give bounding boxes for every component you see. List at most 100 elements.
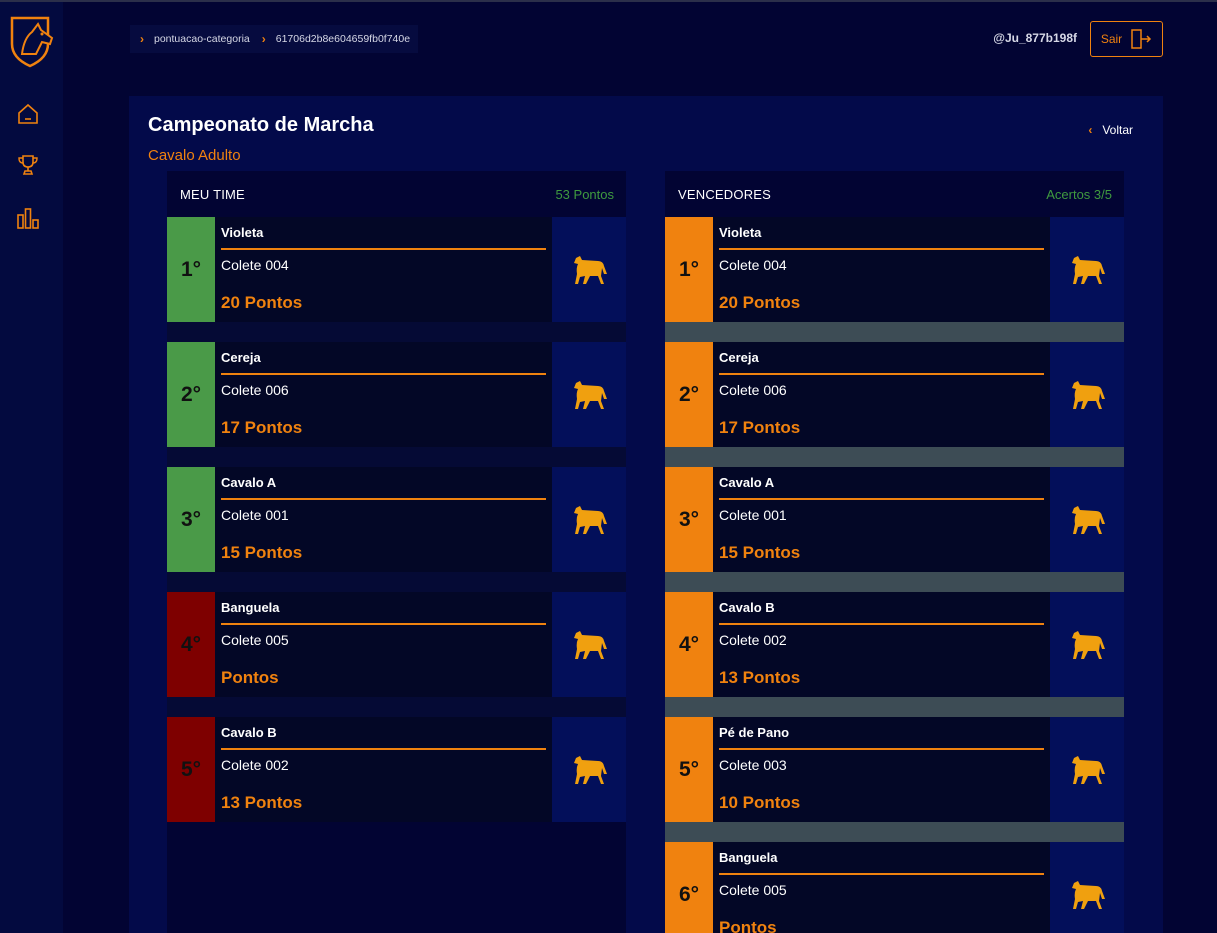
- horse-points: 17 Pontos: [719, 418, 801, 437]
- horse-colete: Colete 002: [221, 757, 289, 773]
- row-separator: [665, 822, 1124, 842]
- horse-colete: Colete 003: [719, 757, 787, 773]
- divider: [719, 248, 1044, 250]
- row-separator: [665, 697, 1124, 717]
- horse-info: Cavalo A Colete 001 15 Pontos: [713, 467, 1050, 572]
- divider: [221, 623, 546, 625]
- horse-points: 17 Pontos: [221, 418, 303, 437]
- divider: [719, 373, 1044, 375]
- ranking-row[interactable]: 3° Cavalo A Colete 001 15 Pontos: [665, 467, 1124, 572]
- back-button[interactable]: ‹ Voltar: [1088, 123, 1133, 137]
- row-separator: [167, 572, 626, 592]
- my-team-score: 53 Pontos: [555, 186, 614, 202]
- horse-info: Cavalo B Colete 002 13 Pontos: [713, 592, 1050, 697]
- logout-label: Sair: [1100, 32, 1123, 46]
- ranking-row[interactable]: 4° Cavalo B Colete 002 13 Pontos: [665, 592, 1124, 697]
- sidebar: [0, 2, 63, 933]
- horse-colete: Colete 004: [719, 257, 787, 273]
- ranking-row[interactable]: 1° Violeta Colete 004 20 Pontos: [167, 217, 626, 322]
- breadcrumb: › pontuacao-categoria › 61706d2b8e604659…: [130, 25, 418, 53]
- rank-badge: 1°: [665, 217, 713, 322]
- horse-points: 13 Pontos: [221, 793, 303, 812]
- horse-name: Cavalo B: [719, 600, 775, 615]
- page-title: Campeonato de Marcha: [148, 114, 374, 136]
- ranking-row[interactable]: 3° Cavalo A Colete 001 15 Pontos: [167, 467, 626, 572]
- my-team-label: MEU TIME: [180, 186, 245, 202]
- horse-info: Cereja Colete 006 17 Pontos: [713, 342, 1050, 447]
- horse-info: Pé de Pano Colete 003 10 Pontos: [713, 717, 1050, 822]
- rank-badge: 4°: [665, 592, 713, 697]
- horse-icon: [552, 467, 626, 572]
- ranking-row[interactable]: 5° Pé de Pano Colete 003 10 Pontos: [665, 717, 1124, 822]
- horse-name: Cereja: [719, 350, 759, 365]
- rank-badge: 3°: [665, 467, 713, 572]
- horse-icon: [552, 217, 626, 322]
- divider: [719, 498, 1044, 500]
- horse-colete: Colete 001: [221, 507, 289, 523]
- ranking-row[interactable]: 2° Cereja Colete 006 17 Pontos: [167, 342, 626, 447]
- rank-badge: 5°: [665, 717, 713, 822]
- rank-badge: 2°: [665, 342, 713, 447]
- horse-name: Violeta: [221, 225, 264, 240]
- horse-name: Cavalo A: [719, 475, 775, 490]
- horse-icon: [552, 592, 626, 697]
- horse-icon: [552, 717, 626, 822]
- row-separator: [665, 322, 1124, 342]
- horse-colete: Colete 002: [719, 632, 787, 648]
- horse-icon: [1050, 217, 1124, 322]
- horse-colete: Colete 005: [221, 632, 289, 648]
- horse-name: Violeta: [719, 225, 762, 240]
- horse-colete: Colete 004: [221, 257, 289, 273]
- back-label: Voltar: [1102, 123, 1133, 137]
- breadcrumb-item[interactable]: 61706d2b8e604659fb0f740e: [276, 33, 410, 45]
- horse-points: Pontos: [719, 918, 777, 933]
- horse-colete: Colete 006: [221, 382, 289, 398]
- page-subtitle: Cavalo Adulto: [148, 147, 241, 164]
- horse-points: 20 Pontos: [719, 293, 801, 312]
- ranking-row[interactable]: 5° Cavalo B Colete 002 13 Pontos: [167, 717, 626, 822]
- logo-icon[interactable]: [8, 14, 56, 68]
- horse-name: Banguela: [221, 600, 280, 615]
- divider: [221, 498, 546, 500]
- horse-points: 13 Pontos: [719, 668, 801, 687]
- horse-name: Cereja: [221, 350, 261, 365]
- horse-info: Banguela Colete 005 Pontos: [215, 592, 552, 697]
- home-icon[interactable]: [16, 102, 40, 126]
- horse-info: Cereja Colete 006 17 Pontos: [215, 342, 552, 447]
- row-separator: [167, 322, 626, 342]
- winners-header: VENCEDORES Acertos 3/5: [665, 171, 1124, 217]
- horse-icon: [1050, 467, 1124, 572]
- rank-badge: 3°: [167, 467, 215, 572]
- chevron-left-icon: ‹: [1088, 123, 1093, 137]
- trophy-icon[interactable]: [16, 153, 40, 177]
- horse-icon: [552, 342, 626, 447]
- horse-icon: [1050, 842, 1124, 933]
- logout-door-icon: [1131, 29, 1152, 49]
- horse-colete: Colete 006: [719, 382, 787, 398]
- ranking-row[interactable]: 1° Violeta Colete 004 20 Pontos: [665, 217, 1124, 322]
- horse-points: 20 Pontos: [221, 293, 303, 312]
- my-team-header: MEU TIME 53 Pontos: [167, 171, 626, 217]
- winners-column: VENCEDORES Acertos 3/5 1° Violeta Colete 0…: [665, 171, 1124, 933]
- horse-colete: Colete 001: [719, 507, 787, 523]
- horse-info: Banguela Colete 005 Pontos: [713, 842, 1050, 933]
- divider: [719, 748, 1044, 750]
- horse-icon: [1050, 717, 1124, 822]
- horse-name: Pé de Pano: [719, 725, 790, 740]
- logout-button[interactable]: Sair: [1090, 21, 1163, 57]
- ranking-row[interactable]: 2° Cereja Colete 006 17 Pontos: [665, 342, 1124, 447]
- horse-points: 15 Pontos: [221, 543, 303, 562]
- row-separator: [665, 572, 1124, 592]
- ranking-row[interactable]: 4° Banguela Colete 005 Pontos: [167, 592, 626, 697]
- main-panel: Campeonato de Marcha Cavalo Adulto ‹ Vol…: [129, 96, 1163, 933]
- bar-chart-icon[interactable]: [16, 206, 40, 230]
- divider: [719, 623, 1044, 625]
- my-team-column: MEU TIME 53 Pontos 1° Violeta Colete 004 20…: [167, 171, 626, 933]
- horse-info: Cavalo B Colete 002 13 Pontos: [215, 717, 552, 822]
- chevron-right-icon: ›: [261, 32, 266, 46]
- rank-badge: 1°: [167, 217, 215, 322]
- ranking-row[interactable]: 6° Banguela Colete 005 Pontos: [665, 842, 1124, 933]
- winners-label: VENCEDORES: [678, 186, 772, 202]
- top-border: [0, 0, 1217, 2]
- breadcrumb-item[interactable]: pontuacao-categoria: [154, 33, 250, 45]
